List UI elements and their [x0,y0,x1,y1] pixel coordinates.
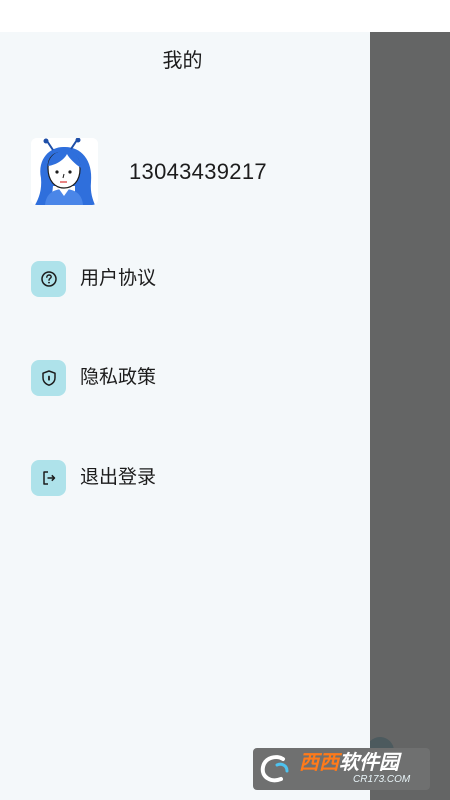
navigation-drawer: 我的 13043439217 用户协议 隐私政策 退出登录 [0,32,370,800]
watermark-domain: CR173.COM [353,774,411,785]
watermark-logo: 西西软件园 CR173.COM [253,748,430,790]
user-phone-number: 13043439217 [129,159,267,184]
shield-lock-icon [31,360,66,396]
status-bar [0,0,450,32]
question-circle-icon [31,261,66,297]
menu-item-privacy-policy[interactable]: 隐私政策 [31,360,351,396]
menu-item-label: 退出登录 [80,467,157,488]
logout-icon [31,460,66,496]
watermark-text: 西西软件园 CR173.COM [297,752,410,786]
avatar[interactable] [31,138,98,205]
menu-item-label: 用户协议 [80,268,157,289]
menu-item-logout[interactable]: 退出登录 [31,460,351,496]
page-title: 我的 [162,50,203,72]
watermark-swirl-icon [253,748,297,790]
menu-item-user-agreement[interactable]: 用户协议 [31,261,351,297]
watermark-brand-b: 软件园 [339,752,399,774]
avatar-illustration-icon [31,138,98,205]
drawer-scrim[interactable] [370,32,450,800]
menu-item-label: 隐私政策 [80,367,157,388]
watermark-brand-a: 西西 [299,752,339,774]
